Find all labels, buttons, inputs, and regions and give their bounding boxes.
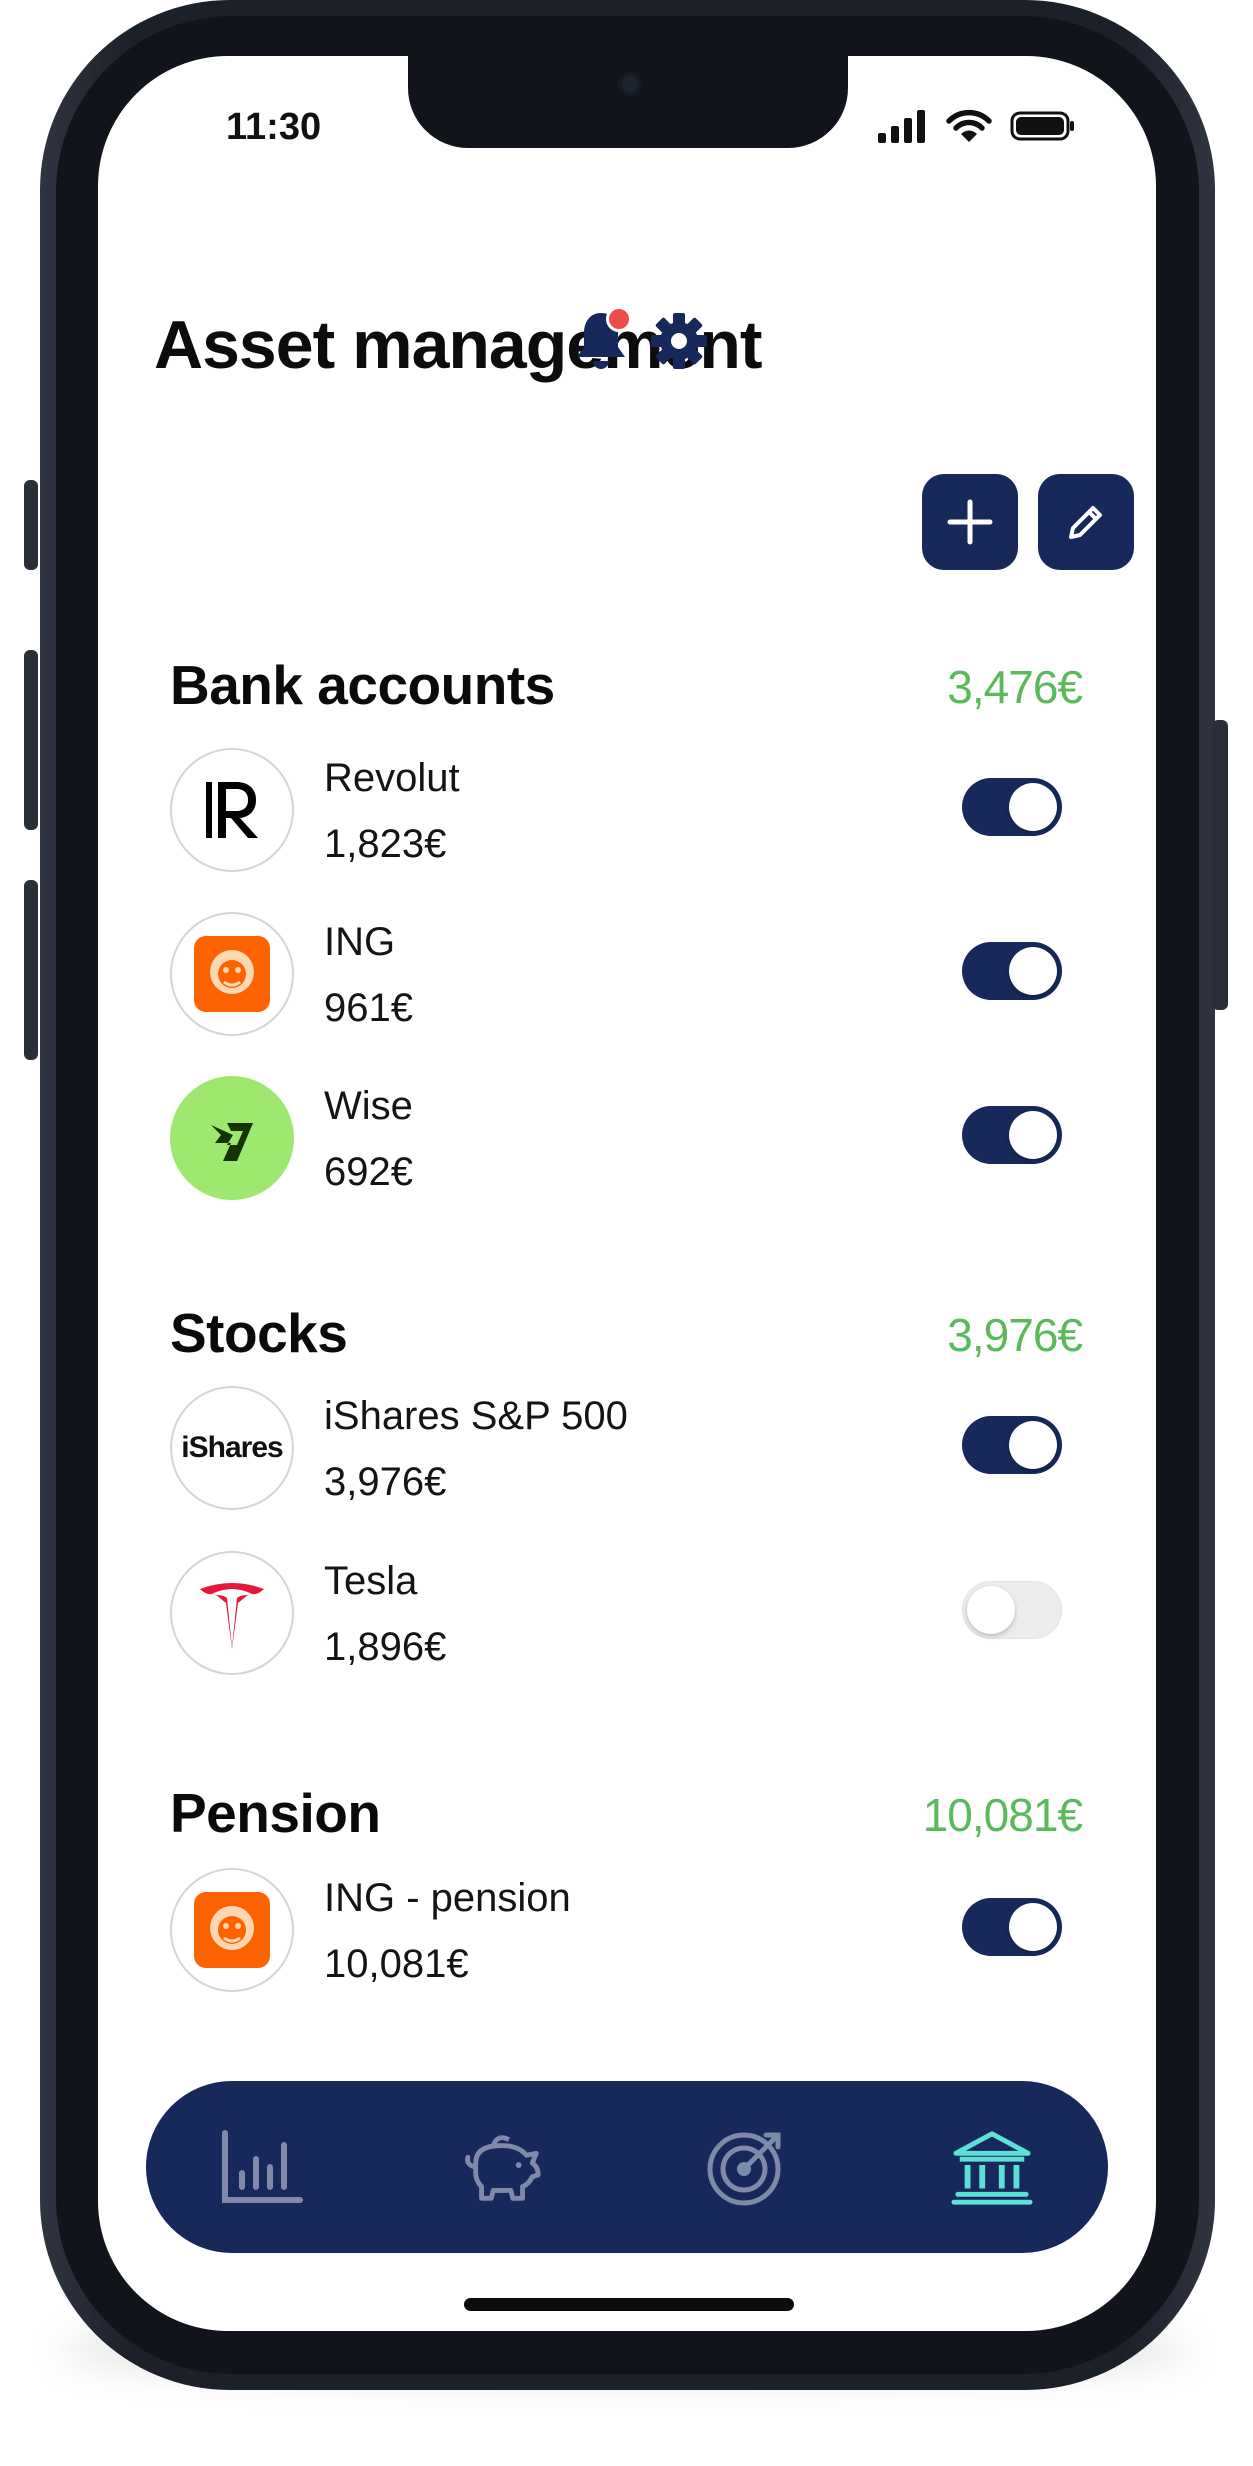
section-title-bank-accounts: Bank accounts — [170, 654, 555, 716]
toggle-knob — [1009, 947, 1057, 995]
battery-icon — [1010, 111, 1074, 141]
asset-name: iShares S&P 500 — [324, 1394, 628, 1438]
toggle-knob — [1009, 783, 1057, 831]
wifi-icon — [946, 109, 992, 142]
side-button — [24, 880, 38, 1060]
asset-name: Wise — [324, 1084, 413, 1128]
piggy-bank-icon — [465, 2135, 541, 2201]
side-button — [1212, 720, 1228, 1010]
asset-toggle[interactable] — [962, 942, 1062, 1000]
nav-item-savings[interactable] — [462, 2127, 546, 2207]
asset-amount: 692€ — [324, 1150, 413, 1194]
nav-item-goals[interactable] — [704, 2127, 788, 2207]
asset-row-revolut: Revolut 1,823€ — [170, 748, 1080, 878]
toggle-knob — [967, 1586, 1015, 1634]
nav-item-assets[interactable] — [950, 2127, 1034, 2207]
asset-row-wise: Wise 692€ — [170, 1076, 1080, 1206]
side-button — [24, 480, 38, 570]
signal-icon — [878, 110, 925, 143]
section-total-bank-accounts: 3,476€ — [947, 661, 1083, 713]
bar-chart-icon — [222, 2130, 303, 2203]
asset-name: Tesla — [324, 1559, 418, 1603]
asset-row-ing: ING 961€ — [170, 912, 1080, 1042]
tesla-logo — [170, 1551, 294, 1675]
camera — [622, 76, 638, 92]
notch — [408, 56, 848, 148]
asset-amount: 961€ — [324, 986, 413, 1030]
ing-logo — [170, 912, 294, 1036]
add-button[interactable] — [922, 474, 1018, 570]
toggle-knob — [1009, 1421, 1057, 1469]
ishares-logo: iShares — [170, 1386, 294, 1510]
asset-amount: 10,081€ — [324, 1942, 469, 1986]
status-time: 11:30 — [226, 106, 322, 148]
bottom-nav — [146, 2081, 1108, 2253]
asset-amount: 1,896€ — [324, 1625, 447, 1669]
side-button — [24, 650, 38, 830]
notification-button[interactable] — [566, 306, 636, 376]
revolut-logo — [170, 748, 294, 872]
target-icon — [707, 2132, 781, 2206]
phone-screen: 11:30 Asset management Bank accounts 3,4… — [98, 56, 1156, 2331]
toggle-knob — [1009, 1903, 1057, 1951]
asset-row-ing-pension: ING - pension 10,081€ — [170, 1868, 1080, 1998]
wise-logo — [170, 1076, 294, 1200]
asset-amount: 3,976€ — [324, 1460, 447, 1504]
gear-icon — [651, 313, 707, 369]
asset-name: ING — [324, 920, 396, 964]
asset-row-tesla: Tesla 1,896€ — [170, 1551, 1080, 1681]
asset-toggle[interactable] — [962, 778, 1062, 836]
asset-toggle[interactable] — [962, 1581, 1062, 1639]
plus-icon — [947, 499, 993, 545]
ishares-logo-text: iShares — [181, 1431, 283, 1464]
pencil-icon — [1069, 506, 1102, 539]
settings-button[interactable] — [644, 306, 714, 376]
asset-toggle[interactable] — [962, 1106, 1062, 1164]
asset-row-ishares: iShares iShares S&P 500 3,976€ — [170, 1386, 1080, 1516]
asset-name: ING - pension — [324, 1876, 571, 1920]
asset-amount: 1,823€ — [324, 822, 447, 866]
section-title-stocks: Stocks — [170, 1302, 348, 1364]
asset-toggle[interactable] — [962, 1416, 1062, 1474]
status-icons — [878, 104, 1076, 148]
toggle-knob — [1009, 1111, 1057, 1159]
section-total-stocks: 3,976€ — [947, 1309, 1083, 1361]
edit-button[interactable] — [1038, 474, 1134, 570]
ing-logo — [170, 1868, 294, 1992]
section-total-pension: 10,081€ — [922, 1789, 1083, 1841]
nav-item-stats[interactable] — [220, 2127, 304, 2207]
asset-name: Revolut — [324, 756, 460, 800]
notification-badge — [606, 306, 632, 332]
section-title-pension: Pension — [170, 1782, 381, 1844]
bank-icon — [951, 2131, 1033, 2205]
home-indicator[interactable] — [464, 2298, 794, 2311]
asset-toggle[interactable] — [962, 1898, 1062, 1956]
